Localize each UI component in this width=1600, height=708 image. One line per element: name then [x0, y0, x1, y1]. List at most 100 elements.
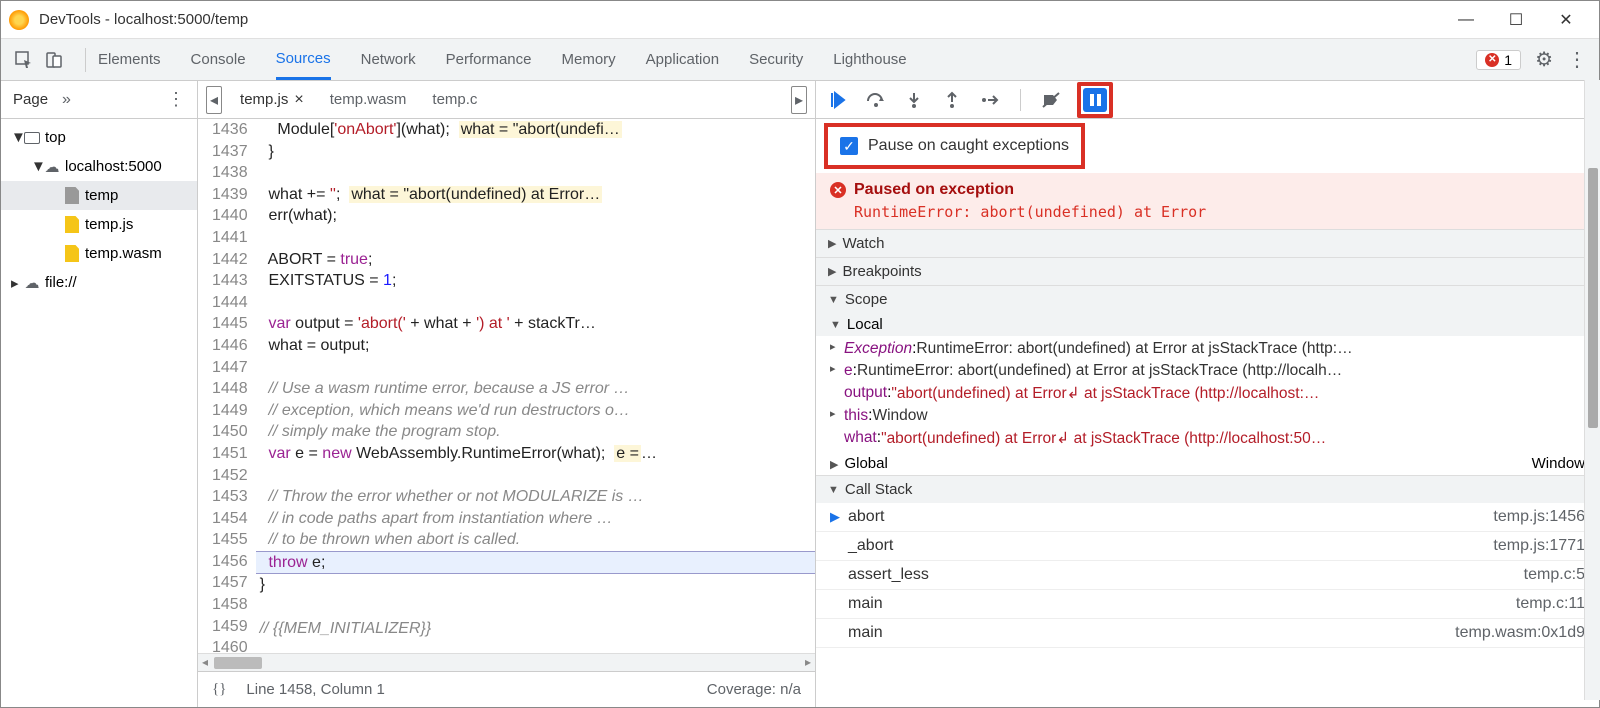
cursor-position: Line 1458, Column 1 [246, 681, 384, 698]
tree-twist-icon: ▼ [11, 129, 23, 146]
file-tree-item[interactable]: temp.js [1, 210, 197, 239]
exception-message: ✕Paused on exception RuntimeError: abort… [816, 173, 1599, 230]
braces-icon[interactable]: {} [212, 681, 226, 698]
expand-icon: ▶ [828, 265, 836, 278]
error-circle-icon: ✕ [830, 182, 846, 198]
file-tree-label: top [45, 129, 66, 146]
scope-header[interactable]: ▼Scope [816, 286, 1599, 313]
toolbar-separator [85, 48, 86, 72]
callstack-body: ▶aborttemp.js:1456_aborttemp.js:1771asse… [816, 503, 1599, 648]
callstack-frame[interactable]: maintemp.c:11 [816, 590, 1599, 619]
window-minimize-button[interactable]: — [1441, 1, 1491, 39]
source-editor: ◂ temp.js × temp.wasm temp.c ▸ 14361437143… [198, 81, 816, 707]
more-menu-icon[interactable]: ⋮ [1567, 47, 1587, 72]
nav-history-icon[interactable]: ◂ [206, 86, 222, 114]
watch-section: ▶Watch [816, 230, 1599, 258]
device-toolbar-icon[interactable] [43, 49, 65, 71]
file-tree-item[interactable]: ▼☁localhost:5000 [1, 152, 197, 181]
pretty-print-icon[interactable]: ▸ [791, 86, 807, 114]
file-tree-item[interactable]: temp.wasm [1, 239, 197, 268]
main-tab-elements[interactable]: Elements [98, 39, 161, 80]
deactivate-breakpoints-button[interactable] [1039, 88, 1063, 112]
code-view[interactable]: 1436143714381439144014411442144314441445… [198, 119, 815, 653]
close-tab-icon[interactable]: × [294, 91, 303, 109]
callstack-frame[interactable]: assert_lesstemp.c:5 [816, 561, 1599, 590]
exception-header: Paused on exception [854, 181, 1014, 199]
scope-local-body: ▸Exception: RuntimeError: abort(undefine… [816, 336, 1599, 452]
window-titlebar: DevTools - localhost:5000/temp — ☐ ✕ [1, 1, 1599, 39]
main-tab-network[interactable]: Network [361, 39, 416, 80]
scope-global-row[interactable]: ▶Global Window [816, 452, 1599, 475]
step-out-button[interactable] [940, 88, 964, 112]
editor-tab[interactable]: temp.js × [240, 91, 304, 109]
main-tab-application[interactable]: Application [646, 39, 719, 80]
window-close-button[interactable]: ✕ [1541, 1, 1591, 39]
horizontal-scrollbar[interactable]: ◂▸ [198, 653, 815, 671]
main-tab-performance[interactable]: Performance [446, 39, 532, 80]
window-title: DevTools - localhost:5000/temp [39, 11, 1441, 28]
editor-tab[interactable]: temp.wasm [330, 91, 407, 108]
tree-twist-icon: ▼ [31, 158, 43, 175]
main-tab-lighthouse[interactable]: Lighthouse [833, 39, 906, 80]
step-over-button[interactable] [864, 88, 888, 112]
main-tab-security[interactable]: Security [749, 39, 803, 80]
scope-variable-row[interactable]: ▸this: Window [816, 405, 1599, 427]
frame-location: temp.c:11 [1516, 595, 1585, 613]
file-tree-item[interactable]: ▸☁file:// [1, 268, 197, 297]
current-frame-icon: ▶ [830, 509, 848, 525]
callstack-section: ▼Call Stack ▶aborttemp.js:1456_aborttemp… [816, 476, 1599, 648]
file-icon [63, 187, 81, 205]
file-tree-item[interactable]: temp [1, 181, 197, 210]
navigator-more-tabs-icon[interactable]: » [62, 91, 71, 109]
error-count-badge[interactable]: ✕ 1 [1476, 50, 1521, 70]
window-maximize-button[interactable]: ☐ [1491, 1, 1541, 39]
code-lines[interactable]: Module['onAbort'](what); what = "abort(u… [256, 119, 815, 653]
resume-button[interactable] [826, 88, 850, 112]
line-gutter: 1436143714381439144014411442144314441445… [198, 119, 256, 653]
file-tree-label: file:// [45, 274, 77, 291]
highlight-pause-on-exceptions [1077, 82, 1113, 118]
highlight-pause-checkbox: ✓ Pause on caught exceptions [824, 123, 1085, 169]
devtools-logo-icon [9, 10, 29, 30]
tree-twist-icon: ▸ [11, 274, 23, 292]
step-button[interactable] [978, 88, 1002, 112]
settings-gear-icon[interactable]: ⚙ [1535, 47, 1553, 72]
scope-variable-row[interactable]: ▸Exception: RuntimeError: abort(undefine… [816, 338, 1599, 360]
scope-variable-row[interactable]: what: "abort(undefined) at Error↲ at jsS… [816, 427, 1599, 450]
collapse-icon: ▼ [828, 294, 839, 306]
pause-caught-checkbox[interactable]: ✓ [840, 137, 858, 155]
frame-location: temp.wasm:0x1d9 [1455, 624, 1585, 642]
file-icon [63, 245, 81, 263]
file-tree-label: temp [85, 187, 118, 204]
pause-on-exceptions-button[interactable] [1083, 88, 1107, 112]
navigator-kebab-icon[interactable]: ⋮ [167, 89, 185, 110]
navigator-tab-label[interactable]: Page [13, 91, 48, 108]
scope-global-value: Window [1532, 455, 1585, 472]
main-tab-console[interactable]: Console [191, 39, 246, 80]
watch-header[interactable]: ▶Watch [816, 230, 1599, 257]
breakpoints-header[interactable]: ▶Breakpoints [816, 258, 1599, 285]
navigator-header: Page » ⋮ [1, 81, 197, 119]
editor-tab[interactable]: temp.c [432, 91, 477, 108]
file-tree-item[interactable]: ▼ top [1, 123, 197, 152]
callstack-frame[interactable]: maintemp.wasm:0x1d9 [816, 619, 1599, 648]
debugger-panel: ✓ Pause on caught exceptions ✕ Paused on … [816, 81, 1599, 707]
inspect-element-icon[interactable] [13, 49, 35, 71]
scope-local-header[interactable]: ▼Local [816, 313, 1599, 336]
step-into-button[interactable] [902, 88, 926, 112]
folder-icon [23, 129, 41, 147]
frame-function: _abort [848, 537, 1493, 555]
scope-variable-row[interactable]: ▸e: RuntimeError: abort(undefined) at Er… [816, 360, 1599, 382]
vertical-scrollbar[interactable] [1584, 80, 1600, 700]
callstack-frame[interactable]: _aborttemp.js:1771 [816, 532, 1599, 561]
main-tab-memory[interactable]: Memory [562, 39, 616, 80]
callstack-header[interactable]: ▼Call Stack [816, 476, 1599, 503]
callstack-frame[interactable]: ▶aborttemp.js:1456 [816, 503, 1599, 532]
scope-section: ▼Scope ▼Local ▸Exception: RuntimeError: … [816, 286, 1599, 476]
scope-variable-row[interactable]: output: "abort(undefined) at Error↲ at j… [816, 382, 1599, 405]
page-navigator: Page » ⋮ ▼top▼☁localhost:5000temptemp.js… [1, 81, 198, 707]
frame-function: assert_less [848, 566, 1524, 584]
file-tree: ▼top▼☁localhost:5000temptemp.jstemp.wasm… [1, 119, 197, 707]
main-tabs: Elements Console Sources Network Performance… [98, 39, 907, 80]
main-tab-sources[interactable]: Sources [276, 39, 331, 80]
